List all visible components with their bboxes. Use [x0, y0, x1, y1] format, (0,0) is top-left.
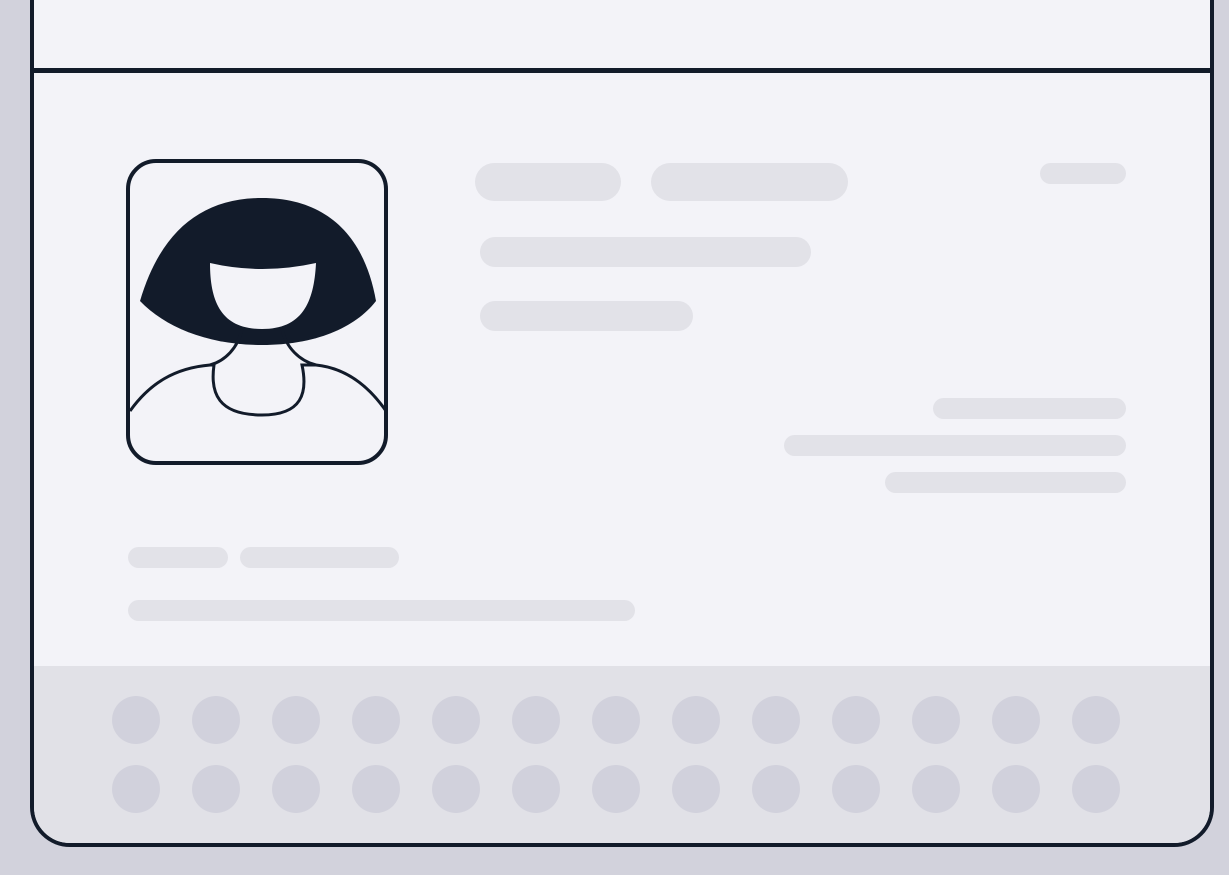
pattern-dot: [432, 765, 480, 813]
pattern-dot: [432, 696, 480, 744]
pattern-dot: [592, 696, 640, 744]
pattern-dot: [112, 696, 160, 744]
placeholder-bar-name-last: [651, 163, 848, 201]
placeholder-bar-line-2: [480, 301, 693, 331]
placeholder-bar-line-1: [480, 237, 811, 267]
pattern-dot: [912, 765, 960, 813]
dot-pattern-strip: [34, 666, 1210, 843]
profile-photo: [126, 159, 388, 465]
pattern-dot: [192, 696, 240, 744]
placeholder-bar-lower-3: [128, 600, 635, 621]
card-header-strip: [34, 0, 1210, 73]
pattern-dot: [352, 696, 400, 744]
pattern-dot: [192, 765, 240, 813]
id-card: [30, 0, 1214, 847]
pattern-dot: [672, 765, 720, 813]
pattern-dot: [352, 765, 400, 813]
pattern-dot: [592, 765, 640, 813]
placeholder-bar-lower-1: [128, 547, 228, 568]
pattern-dot: [112, 765, 160, 813]
placeholder-bar-lower-2: [240, 547, 399, 568]
placeholder-bar-tag: [1040, 163, 1126, 184]
pattern-dot: [832, 696, 880, 744]
pattern-dot: [992, 765, 1040, 813]
pattern-dot: [1072, 765, 1120, 813]
placeholder-bar-name-first: [475, 163, 621, 201]
pattern-dot: [992, 696, 1040, 744]
pattern-dot: [912, 696, 960, 744]
person-portrait-icon: [130, 198, 384, 417]
pattern-dot: [512, 765, 560, 813]
placeholder-bar-right-1: [933, 398, 1126, 419]
pattern-dot: [1072, 696, 1120, 744]
pattern-dot: [272, 765, 320, 813]
pattern-dot: [752, 696, 800, 744]
pattern-dot: [512, 696, 560, 744]
pattern-dot: [832, 765, 880, 813]
placeholder-bar-right-2: [784, 435, 1126, 456]
placeholder-bar-right-3: [885, 472, 1126, 493]
pattern-dot: [752, 765, 800, 813]
pattern-dot: [272, 696, 320, 744]
pattern-dot: [672, 696, 720, 744]
